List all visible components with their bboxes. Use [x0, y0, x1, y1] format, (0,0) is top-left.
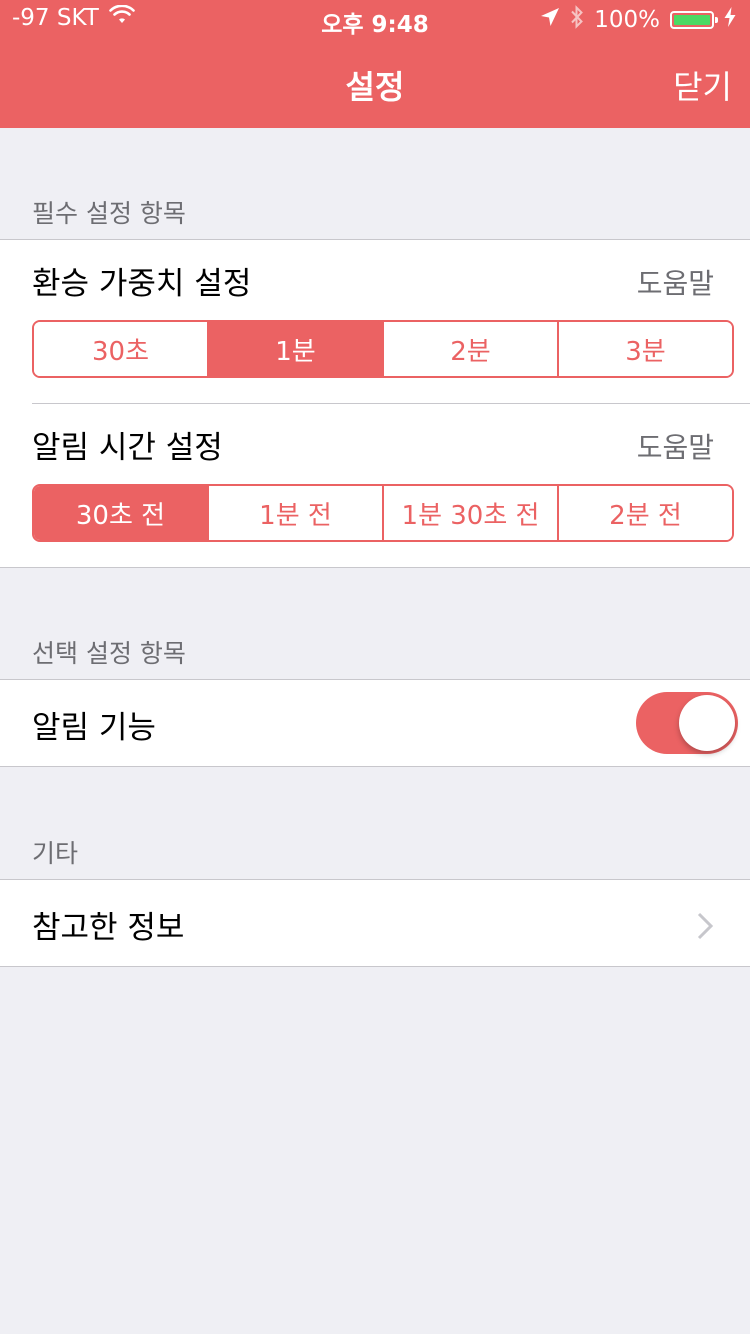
optional-settings-group: 알림 기능	[0, 679, 750, 767]
section-header-etc: 기타	[32, 839, 79, 868]
required-settings-group: 환승 가중치 설정 도움말 30초 1분 2분 3분 알림 시간 설정 도움말 …	[0, 239, 750, 568]
location-arrow-icon	[540, 7, 560, 33]
transfer-help-link[interactable]: 도움말	[637, 262, 714, 302]
page-title: 설정	[345, 68, 405, 106]
references-row[interactable]: 참고한 정보	[0, 879, 750, 967]
battery-percent: 100%	[594, 7, 660, 33]
alarm-time-segmented-control: 30초 전 1분 전 1분 30초 전 2분 전	[32, 484, 734, 542]
close-button[interactable]: 닫기	[673, 62, 732, 108]
status-right: 100%	[540, 5, 736, 35]
alarm-time-title: 알림 시간 설정	[32, 430, 223, 466]
section-header-optional: 선택 설정 항목	[32, 639, 186, 668]
alarm-option-1m-before[interactable]: 1분 전	[207, 486, 382, 540]
transfer-option-1m[interactable]: 1분	[207, 322, 382, 376]
alarm-option-30s-before[interactable]: 30초 전	[34, 486, 207, 540]
transfer-option-30s[interactable]: 30초	[34, 322, 207, 376]
top-bar: -97 SKT 오후 9:48 100% 설정 닫기	[0, 0, 750, 128]
charging-bolt-icon	[724, 7, 736, 33]
battery-tip	[715, 17, 718, 23]
transfer-weight-title: 환승 가중치 설정	[32, 266, 252, 302]
alarm-feature-toggle[interactable]	[636, 692, 738, 754]
transfer-weight-segmented-control: 30초 1분 2분 3분	[32, 320, 734, 378]
battery-level	[674, 15, 710, 25]
references-title: 참고한 정보	[32, 910, 185, 946]
transfer-option-3m[interactable]: 3분	[557, 322, 732, 376]
alarm-option-2m-before[interactable]: 2분 전	[557, 486, 732, 540]
alarm-feature-title: 알림 기능	[32, 710, 156, 746]
battery-icon	[670, 11, 718, 29]
alarm-time-help-link[interactable]: 도움말	[637, 426, 714, 466]
section-header-required: 필수 설정 항목	[32, 199, 186, 228]
status-bar: -97 SKT 오후 9:48 100%	[0, 0, 750, 40]
bluetooth-icon	[570, 5, 584, 35]
toggle-knob	[679, 695, 735, 751]
alarm-option-1m30s-before[interactable]: 1분 30초 전	[382, 486, 557, 540]
chevron-right-icon	[696, 910, 714, 950]
transfer-option-2m[interactable]: 2분	[382, 322, 557, 376]
row-divider	[32, 403, 750, 404]
